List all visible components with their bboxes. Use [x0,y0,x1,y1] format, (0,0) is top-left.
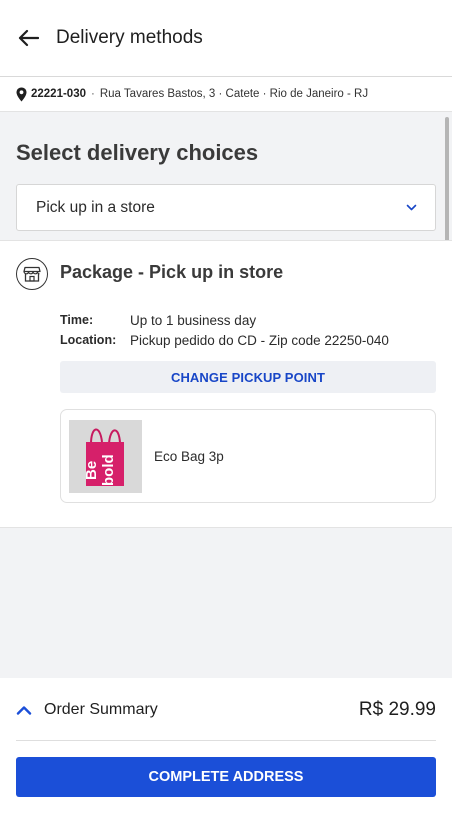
product-image: Be bold [69,419,142,493]
complete-address-button[interactable]: COMPLETE ADDRESS [16,757,436,797]
change-pickup-point-button[interactable]: CHANGE PICKUP POINT [60,361,436,393]
order-total: R$ 29.99 [358,698,436,720]
address-separator: · [91,88,95,100]
back-button[interactable] [0,0,56,77]
order-summary-label: Order Summary [44,700,158,718]
section-title: Select delivery choices [16,140,259,165]
address-street: Rua Tavares Bastos, 3 · Catete · Rio de … [99,88,369,100]
delivery-time-row: Time: Up to 1 business day [60,313,256,328]
order-footer: Order Summary R$ 29.99 COMPLETE ADDRESS [0,678,452,813]
package-card: Package - Pick up in store Time: Up to 1… [0,240,452,528]
product-name: Eco Bag 3p [154,448,224,464]
address-zip: 22221-030 [31,88,86,100]
map-pin-icon [16,87,27,102]
location-value: Pickup pedido do CD - Zip code 22250-040 [130,333,389,348]
time-label: Time: [60,313,94,327]
store-icon [16,258,48,290]
page-title: Delivery methods [56,27,203,48]
arrow-left-icon [18,29,39,47]
pickup-location-row: Location: Pickup pedido do CD - Zip code… [60,333,389,348]
delivery-choice-select[interactable]: Pick up in a store [16,184,436,231]
delivery-address-bar: 22221-030 · Rua Tavares Bastos, 3 · Cate… [0,77,452,112]
delivery-choice-value: Pick up in a store [36,198,155,216]
time-value: Up to 1 business day [130,313,257,328]
order-summary-toggle[interactable]: Order Summary R$ 29.99 [16,692,436,727]
svg-text:bold: bold [100,454,117,486]
svg-text:Be: Be [83,460,100,479]
chevron-up-icon [16,705,32,715]
chevron-down-icon [406,204,417,211]
location-label: Location: [60,333,117,347]
package-title: Package - Pick up in store [60,262,284,282]
divider [16,740,436,741]
product-item: Be bold Eco Bag 3p [60,409,436,503]
main-content: Select delivery choices Pick up in a sto… [0,112,452,678]
app-header: Delivery methods [0,0,452,77]
